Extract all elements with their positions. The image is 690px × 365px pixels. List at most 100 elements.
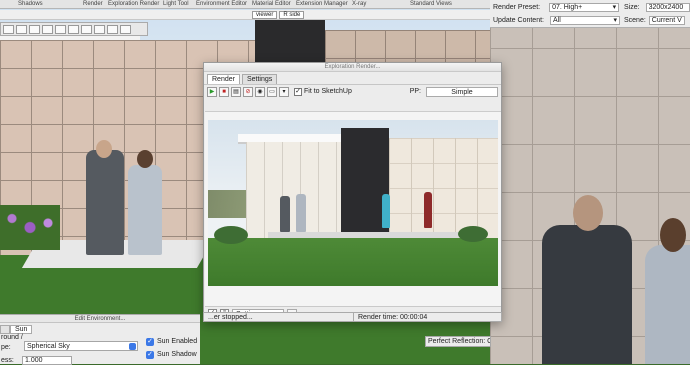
render-wall-left: [246, 142, 344, 238]
person-head: [96, 140, 112, 158]
pp-label: PP:: [409, 88, 421, 95]
render-preset-row: Render Preset: 07. High+ ▾: [493, 3, 620, 12]
render-preset-value: 07. High+: [552, 4, 583, 11]
background-label: round /: [1, 334, 23, 341]
sun-enabled-checkbox[interactable]: ✓: [146, 338, 154, 346]
render-status-bar: ...er stopped... Render time: 00:00:04: [203, 312, 502, 322]
cancel-icon[interactable]: ⊘: [243, 86, 253, 97]
render-preset-select[interactable]: 07. High+ ▾: [549, 3, 620, 12]
environment-tabs: Sun: [0, 325, 33, 334]
flower-bed: [0, 205, 60, 250]
person-figure: [645, 245, 690, 364]
environment-panel-title[interactable]: Edit Environment...: [0, 314, 200, 323]
tool-icon[interactable]: [42, 25, 53, 34]
person-head: [660, 218, 686, 252]
render-settings-panel: Render Preset: 07. High+ ▾ Size: 3200x24…: [490, 0, 690, 28]
render-window-tabs: Render Settings: [204, 72, 501, 84]
render-lawn: [208, 238, 498, 286]
play-icon[interactable]: ▶: [207, 86, 217, 97]
size-row: Size: 3200x2400: [624, 3, 690, 12]
window-title[interactable]: Exploration Render...: [204, 63, 501, 72]
menu-shadows[interactable]: Shadows: [18, 1, 43, 7]
person-head: [137, 150, 153, 168]
sky-type-value: Spherical Sky: [27, 343, 70, 350]
render-dark-column: [341, 128, 389, 246]
update-content-select[interactable]: All ▾: [549, 16, 620, 25]
person-figure: [424, 192, 432, 228]
update-content-label: Update Content:: [493, 17, 544, 24]
menu-extension-manager[interactable]: Extension Manager: [296, 1, 348, 7]
size-value: 3200x2400: [648, 4, 684, 11]
stop-icon[interactable]: ■: [219, 86, 229, 97]
render-canvas: [205, 111, 501, 307]
render-wall-right: [389, 138, 498, 238]
exploration-render-window: Exploration Render... Render Settings ▶ …: [203, 62, 502, 322]
tab-environment[interactable]: [0, 325, 10, 334]
tab-settings[interactable]: Settings: [241, 74, 278, 84]
menu-render[interactable]: Render: [83, 1, 103, 7]
status-message: ...er stopped...: [204, 313, 354, 321]
tool-palette: [0, 22, 148, 36]
render-preset-label: Render Preset:: [493, 4, 541, 11]
pp-select[interactable]: Simple: [426, 86, 498, 97]
top-menu-bar: Shadows Render Exploration Render Light …: [0, 0, 490, 9]
tool-icon[interactable]: [107, 25, 118, 34]
fit-checkbox[interactable]: ✓: [294, 87, 302, 96]
menu-standard-views[interactable]: Standard Views: [410, 1, 452, 7]
menu-environment-editor[interactable]: Environment Editor: [196, 1, 247, 7]
sun-shadow-label: Sun Shadow: [157, 351, 197, 358]
tool-icon[interactable]: [16, 25, 27, 34]
size-label: Size:: [624, 4, 640, 11]
update-content-value: All: [552, 17, 561, 24]
scene-value: Current V: [651, 17, 682, 24]
fit-label: Fit to SketchUp: [304, 88, 352, 95]
chevron-down-icon: ▾: [612, 4, 617, 11]
tool-icon[interactable]: [81, 25, 92, 34]
render-preview-image: [208, 120, 498, 286]
chevron-down-icon: [129, 343, 136, 350]
tool-icon[interactable]: [55, 25, 66, 34]
menu-xray[interactable]: X-ray: [352, 1, 366, 7]
menu-light-tool[interactable]: Light Tool: [163, 1, 189, 7]
render-time: Render time: 00:00:04: [358, 314, 428, 321]
person-figure: [280, 196, 290, 232]
update-content-row: Update Content: All ▾: [493, 16, 620, 25]
toolbar-strip: [0, 10, 490, 20]
shrub: [458, 226, 488, 242]
menu-material-editor[interactable]: Material Editor: [252, 1, 291, 7]
tool-icon[interactable]: [68, 25, 79, 34]
viewer-tabs: viewer R side: [252, 11, 305, 19]
sun-enabled-label: Sun Enabled: [157, 338, 198, 345]
chevron-down-icon: ▾: [613, 17, 617, 24]
menu-exploration-render[interactable]: Exploration Render: [108, 1, 159, 7]
brightness-label: ess:: [1, 357, 14, 364]
person-head: [573, 195, 603, 231]
tab-render[interactable]: Render: [207, 74, 240, 84]
scene-row: Scene: Current V: [624, 16, 685, 25]
tool-icon[interactable]: [29, 25, 40, 34]
shrub: [214, 226, 248, 244]
sky-type-select[interactable]: Spherical Sky: [24, 341, 138, 351]
person-figure: [542, 225, 632, 364]
right-viewport[interactable]: [490, 0, 690, 364]
sun-shadow-checkbox[interactable]: ✓: [146, 351, 154, 359]
person-figure: [128, 165, 162, 255]
tab-r-side[interactable]: R side: [279, 11, 305, 19]
chevron-down-icon[interactable]: ▾: [279, 86, 289, 97]
type-label: pe:: [1, 344, 11, 351]
tab-viewer[interactable]: viewer: [252, 11, 278, 19]
tab-sun[interactable]: Sun: [10, 325, 33, 334]
perfect-reflection-field[interactable]: Perfect Reflection: C: [425, 336, 491, 347]
person-figure: [86, 150, 124, 255]
scene-select[interactable]: Current V: [648, 16, 685, 25]
screen-icon[interactable]: ▭: [267, 86, 277, 97]
tool-icon[interactable]: [120, 25, 131, 34]
render-toolbar: ▶ ■ ▤ ⊘ ◉ ▭ ▾ ✓ Fit to SketchUp PP: Simp…: [204, 84, 501, 98]
person-figure: [382, 194, 390, 228]
tool-icon[interactable]: [3, 25, 14, 34]
size-input[interactable]: 3200x2400: [645, 3, 690, 12]
camera-icon[interactable]: ◉: [255, 86, 265, 97]
scene-label: Scene:: [624, 17, 646, 24]
tool-icon[interactable]: [94, 25, 105, 34]
save-icon[interactable]: ▤: [231, 86, 241, 97]
